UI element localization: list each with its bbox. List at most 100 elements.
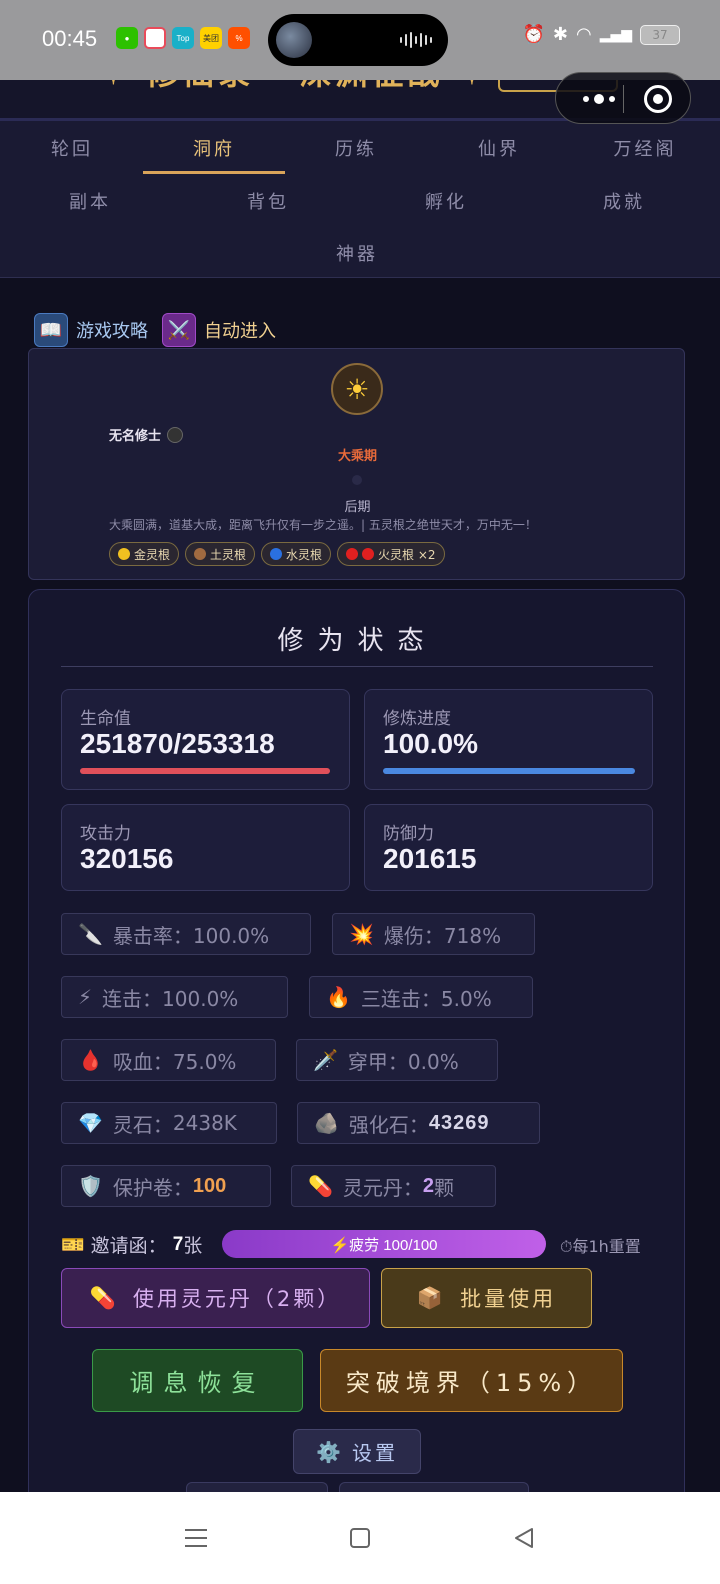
status-title: 修为状态 — [277, 626, 438, 656]
root-chip-gold: 金灵根 — [109, 542, 180, 566]
combo-chip: ⚡ 连击：100.0% — [61, 976, 288, 1018]
triple-chip: 🔥 三连击：5.0% — [309, 976, 533, 1018]
auto-enter-label: 自动进入 — [204, 321, 276, 342]
defense-value: 201615 — [383, 843, 477, 874]
tab-beibao[interactable]: 背包 — [238, 188, 298, 214]
progress-value: 100.0% — [383, 728, 478, 759]
status-indicators: ⏰ ✱ ◠ ▂▄▆ 37 — [522, 24, 680, 45]
hp-box: 生命值 251870/253318 — [61, 689, 350, 790]
triple-text: 三连击：5.0% — [360, 986, 492, 1011]
tab-fuhua[interactable]: 孵化 — [416, 188, 476, 214]
attack-label: 攻击力 — [80, 824, 131, 844]
strategy-label: 游戏攻略 — [76, 321, 148, 342]
audio-wave-icon — [400, 32, 432, 48]
pill-icon: 💊 — [308, 1174, 333, 1198]
crit-dmg-text: 爆伤：718% — [383, 923, 502, 948]
attack-value: 320156 — [80, 843, 174, 874]
earth-dot-icon — [194, 548, 207, 560]
active-tab-indicator — [143, 171, 285, 174]
settings-label: 设置 — [351, 1441, 398, 1465]
knife-icon: 🔪 — [78, 922, 103, 946]
realm-label: 大乘期 — [337, 449, 377, 464]
protect-value: 100 — [192, 1174, 227, 1197]
root-chip-water: 水灵根 — [261, 542, 332, 566]
wifi-icon: ◠ — [575, 24, 592, 45]
bluetooth-icon: ✱ — [552, 24, 568, 45]
enhance-stone-chip: 🪨 强化石： 43269 — [297, 1102, 540, 1144]
spirit-roots: 金灵根 土灵根 水灵根 火灵根 ×2 — [109, 542, 445, 566]
strategy-button[interactable]: 📖 游戏攻略 — [34, 313, 148, 347]
crossed-swords-icon: ⚔️ — [162, 313, 196, 347]
back-icon[interactable] — [502, 1516, 546, 1560]
gem-icon: 💎 — [78, 1111, 103, 1135]
tab-lilian[interactable]: 历练 — [326, 135, 386, 161]
progress-box: 修炼进度 100.0% — [364, 689, 653, 790]
pill-label: 灵元丹： — [342, 1175, 423, 1200]
invite-unit: 张 — [183, 1235, 203, 1257]
signal-icon: ▂▄▆ — [599, 26, 632, 43]
pill-chip: 💊 灵元丹： 2 颗 — [291, 1165, 496, 1207]
tab-xianjie[interactable]: 仙界 — [469, 135, 529, 161]
guide-row: 📖 游戏攻略 ⚔️ 自动进入 — [34, 313, 276, 347]
root-chip-fire: 火灵根 ×2 — [337, 542, 445, 566]
dynamic-island[interactable] — [268, 14, 448, 66]
defense-box: 防御力 201615 — [364, 804, 653, 891]
lightning-icon: ⚡ — [78, 985, 93, 1009]
media-avatar — [276, 22, 312, 58]
auto-enter-button[interactable]: ⚔️ 自动进入 — [162, 313, 276, 347]
enhance-label: 强化石： — [348, 1112, 429, 1137]
pierce-chip: 🗡️ 穿甲：0.0% — [296, 1039, 498, 1081]
invite-label: 邀请函： — [90, 1235, 167, 1257]
root-label: 水灵根 — [286, 547, 323, 562]
tab-wanjingge[interactable]: 万经阁 — [600, 135, 690, 161]
hp-value: 251870/253318 — [80, 728, 275, 759]
pill-unit: 颗 — [434, 1175, 455, 1200]
more-menu-icon[interactable] — [574, 87, 624, 111]
fatigue-bar: ⚡疲劳 100/100 — [222, 1230, 546, 1258]
miniprogram-capsule — [555, 72, 691, 124]
menu-icon[interactable] — [174, 1516, 218, 1560]
home-icon[interactable] — [338, 1516, 382, 1560]
notification-app-icons: ● Top 美团 % — [116, 27, 250, 49]
stage-label: 后期 — [344, 500, 371, 515]
use-pill-label: 使用灵元丹（2颗） — [132, 1287, 342, 1311]
tab-shenqi[interactable]: 神器 — [327, 240, 387, 266]
root-label: 火灵根 ×2 — [378, 547, 436, 562]
breakthrough-button[interactable]: 突破境界（15%） — [320, 1349, 623, 1412]
root-label: 土灵根 — [210, 547, 247, 562]
crit-rate-chip: 🔪 暴击率：100.0% — [61, 913, 311, 955]
shield-icon: 🛡️ — [78, 1174, 103, 1198]
attack-box: 攻击力 320156 — [61, 804, 350, 891]
cultivation-status-card: 修为状态 生命值 251870/253318 修炼进度 100.0% 攻击力 3… — [28, 589, 685, 1510]
sun-realm-icon: ☀ — [331, 363, 383, 415]
tab-fuben[interactable]: 副本 — [60, 188, 120, 214]
alarm-icon: ⏰ — [522, 24, 545, 45]
fire-icon: 🔥 — [326, 985, 351, 1009]
use-pill-button[interactable]: 💊 使用灵元丹（2颗） — [61, 1268, 370, 1328]
combo-text: 连击：100.0% — [102, 986, 239, 1011]
settings-button[interactable]: ⚙️ 设置 — [293, 1429, 421, 1474]
ticket-icon: 🎫 — [61, 1234, 85, 1256]
close-miniprogram-icon[interactable] — [644, 85, 672, 113]
system-nav-bar — [0, 1492, 720, 1584]
tab-chengjiu[interactable]: 成就 — [594, 188, 654, 214]
game-title: ✦ 修仙录 · 深渊征战 ✦ — [100, 80, 489, 94]
dagger-icon: 🗡️ — [313, 1048, 338, 1072]
batch-use-label: 批量使用 — [460, 1287, 557, 1311]
gear-icon: ⚙️ — [316, 1439, 344, 1464]
tab-dongfu[interactable]: 洞府 — [184, 135, 244, 161]
title-divider — [61, 666, 653, 667]
tab-lunhui[interactable]: 轮回 — [42, 135, 102, 161]
app-colorful-icon — [144, 27, 166, 49]
top-app-icon: Top — [172, 27, 194, 49]
lifesteal-chip: 🩸 吸血：75.0% — [61, 1039, 276, 1081]
progress-bar — [383, 768, 635, 774]
fire-dot-icon — [362, 548, 375, 560]
rename-icon[interactable] — [167, 426, 184, 443]
batch-use-button[interactable]: 📦 批量使用 — [381, 1268, 592, 1328]
pill-value: 2 — [422, 1174, 435, 1197]
invite-row: 🎫 邀请函： 7 张 — [61, 1231, 202, 1258]
wechat-icon: ● — [116, 27, 138, 49]
pierce-text: 穿甲：0.0% — [347, 1049, 459, 1074]
rest-recover-button[interactable]: 调息恢复 — [92, 1349, 303, 1412]
